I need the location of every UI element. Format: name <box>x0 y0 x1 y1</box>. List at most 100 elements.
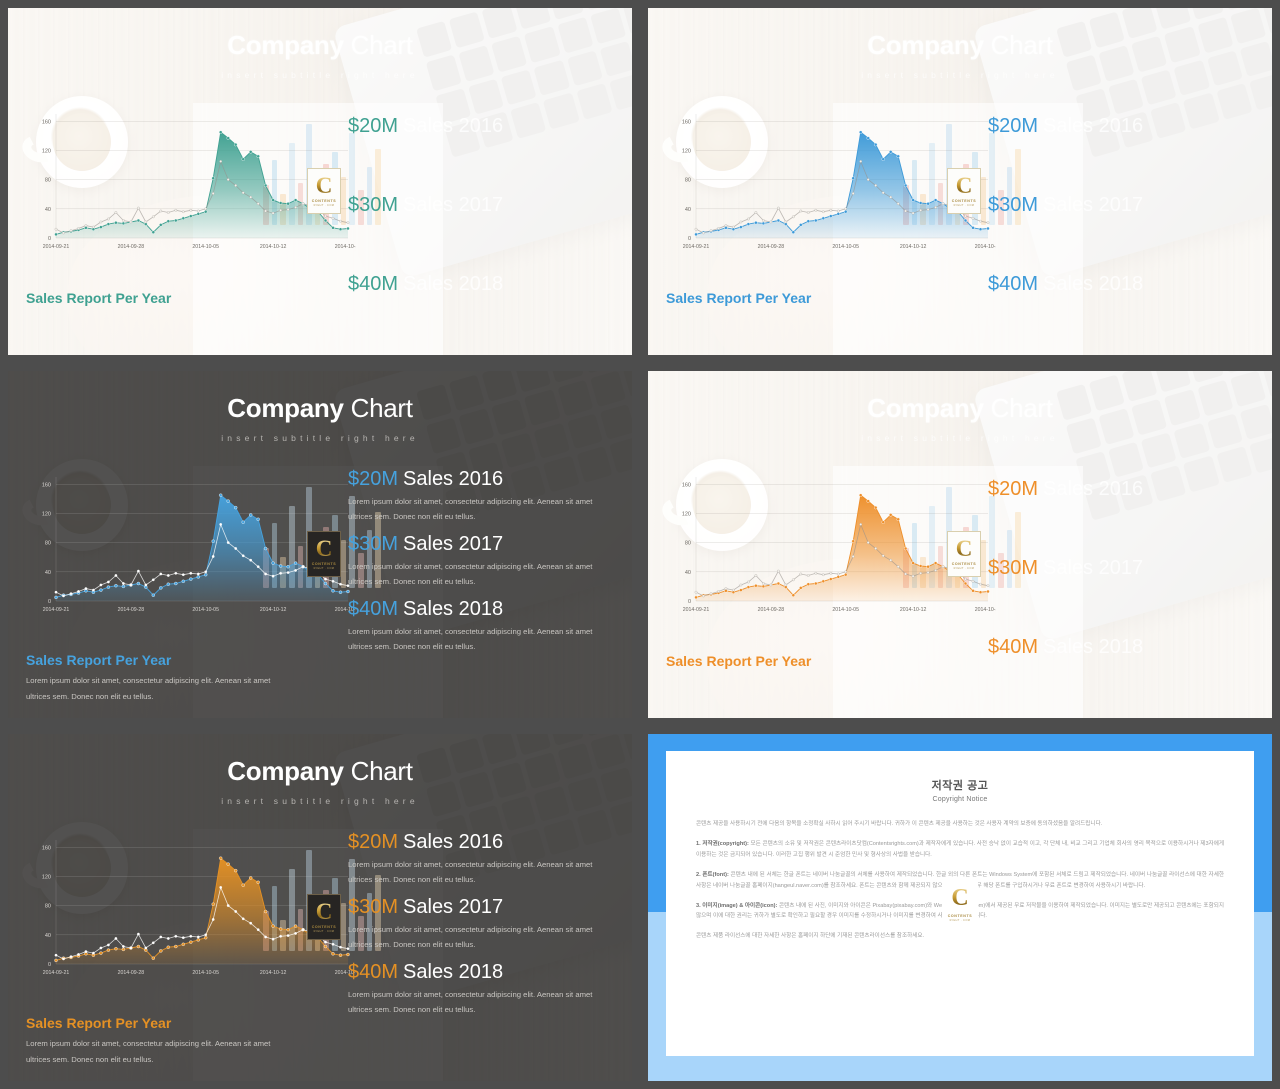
logo-letter: C <box>951 885 969 911</box>
slide-cell-6[interactable]: 저작권 공고 Copyright Notice 콘텐츠 제공을 사용하시기 전에… <box>640 726 1280 1089</box>
logo-line-2: RIGHT . COM <box>313 566 335 570</box>
slide-cell-2[interactable]: Company Chart insert subtitle right here… <box>640 0 1280 363</box>
stat-amount: $40M <box>348 598 399 621</box>
stat-amount: $30M <box>988 194 1039 216</box>
stat-amount: $30M <box>348 896 399 919</box>
report-block: Sales Report Per Year Lorem ipsum dolor … <box>666 653 921 674</box>
stat-name: Sales 2017 <box>1043 194 1144 216</box>
svg-text:0: 0 <box>688 236 691 242</box>
stat-amount: $40M <box>988 636 1039 658</box>
slide-cell-1[interactable]: Company Chart insert subtitle right here… <box>0 0 640 363</box>
stat-name: Sales 2017 <box>403 194 504 216</box>
svg-text:120: 120 <box>42 512 51 518</box>
svg-text:120: 120 <box>682 512 691 518</box>
stats-column: $20MSales 2016 Lorem ipsum dolor sit ame… <box>988 477 1256 714</box>
stats-column: $20MSales 2016 Lorem ipsum dolor sit ame… <box>988 114 1256 351</box>
slide-cell-4[interactable]: Company Chart insert subtitle right here… <box>640 363 1280 726</box>
stat-item[interactable]: $30MSales 2017 Lorem ipsum dolor sit ame… <box>348 193 616 218</box>
logo-letter: C <box>315 536 333 562</box>
logo-letter: C <box>315 899 333 925</box>
stat-amount: $20M <box>988 115 1039 137</box>
svg-text:2014-09-28: 2014-09-28 <box>758 244 785 250</box>
stat-body: Lorem ipsum dolor sit amet, consectetur … <box>348 627 593 652</box>
slide-company-chart-orange-light[interactable]: Company Chart insert subtitle right here… <box>648 371 1272 718</box>
svg-text:0: 0 <box>48 236 51 242</box>
stat-name: Sales 2018 <box>403 273 504 295</box>
stat-item[interactable]: $20MSales 2016 Lorem ipsum dolor sit ame… <box>988 477 1256 502</box>
logo-line-2: RIGHT . COM <box>313 929 335 933</box>
slide-cell-3[interactable]: Company Chart insert subtitle right here… <box>0 363 640 726</box>
svg-text:160: 160 <box>682 119 691 125</box>
stat-name: Sales 2016 <box>403 831 504 853</box>
svg-text:40: 40 <box>45 570 51 576</box>
svg-text:2014-10-12: 2014-10-12 <box>260 607 287 613</box>
slide-company-chart-blue-light[interactable]: Company Chart insert subtitle right here… <box>648 8 1272 355</box>
stat-item[interactable]: $40MSales 2018 Lorem ipsum dolor sit ame… <box>988 272 1256 297</box>
stat-item[interactable]: $40MSales 2018 Lorem ipsum dolor sit ame… <box>348 597 616 654</box>
logo-line-1: CONTENTS <box>311 561 337 566</box>
title-light-part: Chart <box>350 393 413 423</box>
svg-text:2014-09-21: 2014-09-21 <box>43 970 70 976</box>
stat-item[interactable]: $40MSales 2018 Lorem ipsum dolor sit ame… <box>348 960 616 1017</box>
svg-text:2014-10-05: 2014-10-05 <box>832 607 859 613</box>
svg-text:2014-10-05: 2014-10-05 <box>832 244 859 250</box>
logo-letter: C <box>955 173 973 199</box>
svg-text:0: 0 <box>48 599 51 605</box>
title-light-part: Chart <box>350 756 413 786</box>
title-light-part: Chart <box>990 393 1053 423</box>
slide-cell-5[interactable]: Company Chart insert subtitle right here… <box>0 726 640 1089</box>
stat-item[interactable]: $20MSales 2016 Lorem ipsum dolor sit ame… <box>988 114 1256 139</box>
svg-text:2014-10-12: 2014-10-12 <box>260 970 287 976</box>
svg-text:40: 40 <box>685 207 691 213</box>
svg-text:80: 80 <box>685 541 691 547</box>
svg-text:120: 120 <box>682 149 691 155</box>
svg-text:2014-10-05: 2014-10-05 <box>192 607 219 613</box>
page-subtitle: insert subtitle right here <box>861 70 1059 80</box>
stat-item[interactable]: $30MSales 2017 Lorem ipsum dolor sit ame… <box>988 556 1256 581</box>
stat-body: Lorem ipsum dolor sit amet, consectetur … <box>348 925 593 950</box>
svg-text:2014-09-21: 2014-09-21 <box>43 607 70 613</box>
svg-text:0: 0 <box>48 962 51 968</box>
report-heading: Sales Report Per Year <box>26 290 172 306</box>
page-title: Company Chart <box>648 395 1272 421</box>
stat-item[interactable]: $30MSales 2017 Lorem ipsum dolor sit ame… <box>988 193 1256 218</box>
stat-body: Lorem ipsum dolor sit amet, consectetur … <box>348 860 593 885</box>
stat-item[interactable]: $20MSales 2016 Lorem ipsum dolor sit ame… <box>348 830 616 887</box>
slide-company-chart-orange-dark[interactable]: Company Chart insert subtitle right here… <box>8 734 632 1081</box>
slide-copyright-notice[interactable]: 저작권 공고 Copyright Notice 콘텐츠 제공을 사용하시기 전에… <box>648 734 1272 1081</box>
svg-text:160: 160 <box>682 482 691 488</box>
svg-text:2014-09-28: 2014-09-28 <box>118 244 145 250</box>
page-subtitle: insert subtitle right here <box>861 433 1059 443</box>
svg-text:2014-09-28: 2014-09-28 <box>758 607 785 613</box>
stat-item[interactable]: $30MSales 2017 Lorem ipsum dolor sit ame… <box>348 532 616 589</box>
stats-column: $20MSales 2016 Lorem ipsum dolor sit ame… <box>348 114 616 351</box>
report-block: Sales Report Per Year Lorem ipsum dolor … <box>26 290 281 311</box>
stat-item[interactable]: $40MSales 2018 Lorem ipsum dolor sit ame… <box>348 272 616 297</box>
page-subtitle: insert subtitle right here <box>221 796 419 806</box>
stats-column: $20MSales 2016 Lorem ipsum dolor sit ame… <box>348 467 616 662</box>
slide-company-chart-blue-dark[interactable]: Company Chart insert subtitle right here… <box>8 371 632 718</box>
svg-text:2014-10-05: 2014-10-05 <box>192 970 219 976</box>
stat-body: Lorem ipsum dolor sit amet, consectetur … <box>348 990 593 1015</box>
copyright-title-ko: 저작권 공고 <box>931 780 989 792</box>
stat-amount: $40M <box>988 273 1039 295</box>
contents-logo-watermark: C CONTENTS RIGHT . COM <box>942 879 978 928</box>
svg-text:2014-10-12: 2014-10-12 <box>260 244 287 250</box>
copyright-outro: 콘텐츠 제품 라이선스에 대한 자세한 사항은 홈페이지 하단에 기재된 콘텐츠… <box>696 933 925 940</box>
logo-line-1: CONTENTS <box>311 198 337 203</box>
svg-text:80: 80 <box>45 178 51 184</box>
stat-item[interactable]: $30MSales 2017 Lorem ipsum dolor sit ame… <box>348 895 616 952</box>
copyright-section-heading: 2. 폰트(font): <box>696 871 729 878</box>
logo-line-1: CONTENTS <box>311 924 337 929</box>
report-block: Sales Report Per Year Lorem ipsum dolor … <box>26 652 281 704</box>
stat-item[interactable]: $20MSales 2016 Lorem ipsum dolor sit ame… <box>348 467 616 524</box>
stat-amount: $40M <box>348 273 399 295</box>
stat-name: Sales 2016 <box>403 115 504 137</box>
stat-name: Sales 2018 <box>1043 636 1144 658</box>
stat-item[interactable]: $40MSales 2018 Lorem ipsum dolor sit ame… <box>988 635 1256 660</box>
slide-company-chart-teal-light[interactable]: Company Chart insert subtitle right here… <box>8 8 632 355</box>
page-subtitle: insert subtitle right here <box>221 70 419 80</box>
stat-item[interactable]: $20MSales 2016 Lorem ipsum dolor sit ame… <box>348 114 616 139</box>
svg-text:2014-10-12: 2014-10-12 <box>900 244 927 250</box>
stat-body: Lorem ipsum dolor sit amet, consectetur … <box>348 562 593 587</box>
